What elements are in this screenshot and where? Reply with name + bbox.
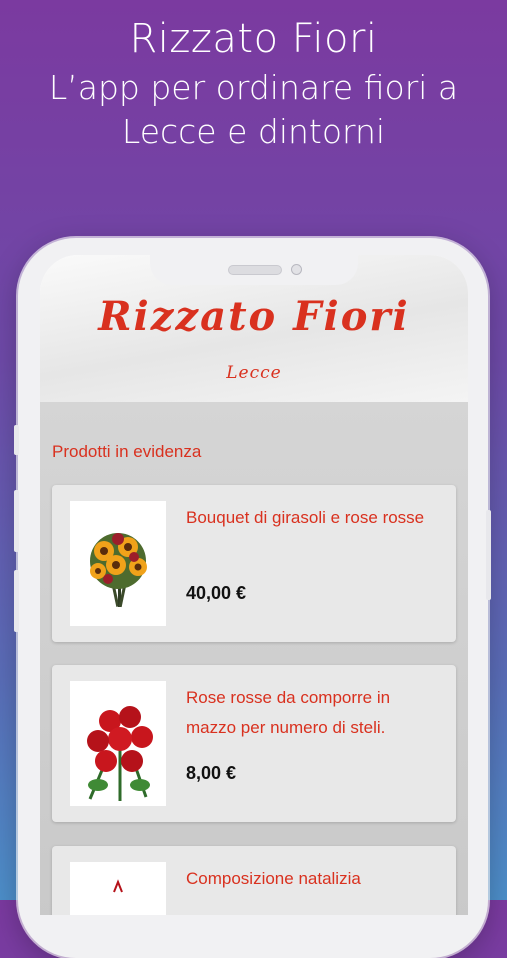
product-image-red-roses[interactable] — [70, 681, 166, 806]
product-name[interactable]: Composizione natalizia — [186, 864, 440, 894]
product-image-christmas-arrangement[interactable] — [70, 862, 166, 915]
phone-power-button — [486, 510, 491, 600]
product-price: 40,00 € — [186, 583, 247, 603]
phone-volume-up-button — [14, 490, 19, 552]
phone-volume-down-button — [14, 570, 19, 632]
phone-camera — [291, 264, 302, 275]
app-logo-title: Rizzato Fiori — [98, 293, 410, 340]
phone-mute-button — [14, 425, 19, 455]
product-name[interactable]: Rose rosse da comporre in mazzo per nume… — [186, 683, 440, 743]
sunflower-bouquet-icon — [90, 533, 147, 608]
product-name[interactable]: Bouquet di girasoli e rose rosse — [186, 503, 440, 533]
promo-title: Rizzato Fiori — [129, 16, 378, 62]
product-card[interactable]: Rose rosse da comporre in mazzo per nume… — [52, 665, 456, 822]
phone-speaker — [228, 265, 282, 275]
promo-subtitle: L’app per ordinare fiori a Lecce e dinto… — [48, 68, 459, 151]
app-logo-subtitle: Lecce — [226, 363, 282, 383]
product-price: 8,00 € — [186, 763, 237, 783]
christmas-arrangement-icon — [113, 879, 123, 893]
app-screen: Rizzato Fiori Lecce Prodotti in evidenza — [40, 255, 468, 915]
promo-headline: Rizzato Fiori L’app per ordinare fiori a… — [0, 14, 507, 154]
red-roses-icon — [87, 706, 153, 801]
product-image-sunflower-bouquet[interactable] — [70, 501, 166, 626]
product-card[interactable]: Bouquet di girasoli e rose rosse 40,00 € — [52, 485, 456, 642]
products-section: Prodotti in evidenza Bouquet di girasoli… — [40, 402, 468, 915]
product-card[interactable]: Composizione natalizia — [52, 846, 456, 915]
section-title: Prodotti in evidenza — [52, 442, 202, 461]
